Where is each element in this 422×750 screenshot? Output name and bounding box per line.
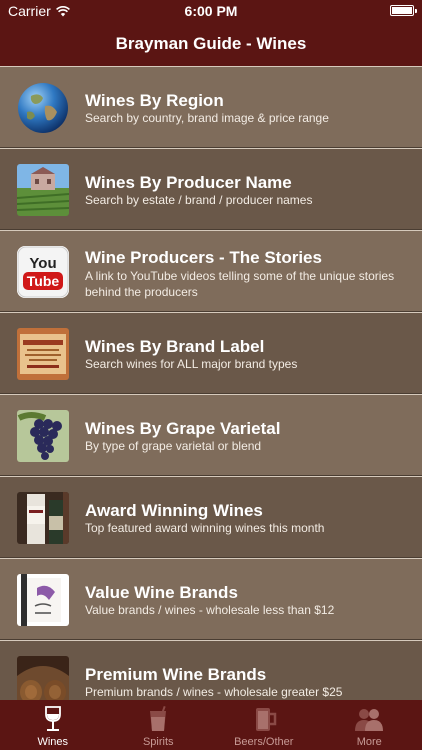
list-item-wines-by-grape[interactable]: Wines By Grape Varietal By type of grape… (0, 394, 422, 476)
tab-spirits[interactable]: Spirits (106, 700, 212, 750)
row-title: Wines By Region (85, 91, 224, 110)
list-item-producer-stories[interactable]: You Tube Wine Producers - The Stories A … (0, 230, 422, 312)
youtube-icon: You Tube (17, 246, 69, 298)
estate-photo-icon (17, 164, 69, 216)
tab-bar: Wines Spirits Beers/Other More (0, 700, 422, 750)
row-subtitle: By type of grape varietal or blend (85, 439, 262, 453)
tab-beers-other[interactable]: Beers/Other (211, 700, 317, 750)
menu-list: Wines By Region Search by country, brand… (0, 66, 422, 700)
tab-label: More (356, 736, 382, 748)
list-item-wines-by-producer[interactable]: Wines By Producer Name Search by estate … (0, 148, 422, 230)
row-subtitle: Search wines for ALL major brand types (85, 357, 298, 371)
row-subtitle: Search by country, brand image & price r… (85, 111, 329, 125)
row-subtitle: Value brands / wines - wholesale less th… (85, 603, 335, 617)
row-subtitle: Premium brands / wines - wholesale great… (85, 685, 343, 699)
tab-more[interactable]: More (317, 700, 422, 750)
battery-icon (390, 5, 417, 16)
app-header: Carrier 6:00 PM Brayman Guide - Wines (0, 0, 422, 66)
row-title: Value Wine Brands (85, 583, 238, 602)
status-bar: Carrier 6:00 PM (0, 0, 422, 22)
people-icon (355, 709, 384, 731)
cocktail-glass-icon (150, 705, 167, 731)
row-title: Award Winning Wines (85, 501, 263, 520)
row-title: Wines By Producer Name (85, 173, 292, 192)
value-bottle-icon (17, 574, 69, 626)
grapes-icon (17, 410, 69, 462)
list-item-wines-by-region[interactable]: Wines By Region Search by country, brand… (0, 66, 422, 148)
list-item-wines-by-brand-label[interactable]: Wines By Brand Label Search wines for AL… (0, 312, 422, 394)
beer-mug-icon (255, 708, 276, 731)
row-subtitle: Search by estate / brand / producer name… (85, 193, 313, 207)
row-title: Wine Producers - The Stories (85, 248, 322, 267)
tab-label: Beers/Other (234, 736, 294, 748)
list-item-award-winning[interactable]: Award Winning Wines Top featured award w… (0, 476, 422, 558)
award-bottle-icon (17, 492, 69, 544)
list-item-value-brands[interactable]: Value Wine Brands Value brands / wines -… (0, 558, 422, 640)
cellar-barrels-icon (17, 656, 69, 700)
row-subtitle: Top featured award winning wines this mo… (85, 521, 325, 535)
youtube-tube-text: Tube (27, 273, 60, 289)
tab-label: Spirits (142, 736, 174, 748)
wine-label-icon (17, 328, 69, 380)
row-title: Wines By Grape Varietal (85, 419, 281, 438)
page-title: Brayman Guide - Wines (115, 34, 307, 53)
globe-icon (17, 82, 69, 134)
row-subtitle: A link to YouTube videos telling some of… (85, 269, 395, 299)
youtube-you-text: You (29, 255, 56, 272)
row-title: Wines By Brand Label (85, 337, 265, 356)
tab-wines[interactable]: Wines (0, 700, 106, 750)
row-title: Premium Wine Brands (85, 665, 267, 684)
status-time: 6:00 PM (184, 3, 238, 19)
tab-label: Wines (37, 736, 69, 748)
list-item-premium-brands[interactable]: Premium Wine Brands Premium brands / win… (0, 640, 422, 700)
wine-glass-icon (44, 706, 61, 731)
